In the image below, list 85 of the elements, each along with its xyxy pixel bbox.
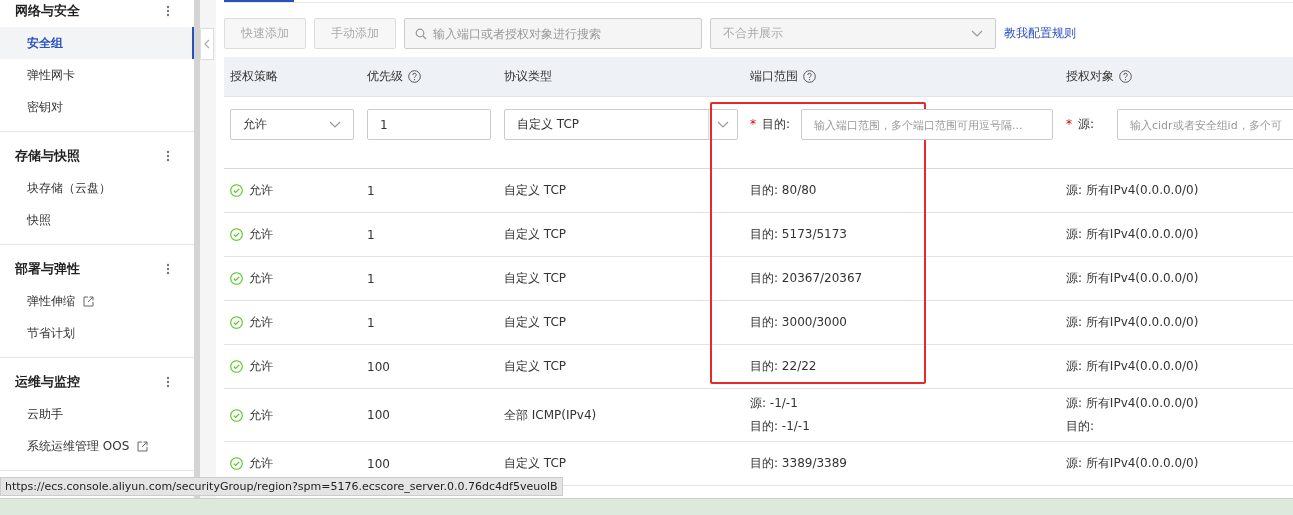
sidebar-item[interactable]: 块存储（云盘） bbox=[0, 172, 194, 204]
search-icon bbox=[415, 28, 427, 40]
table-cell: 源: 所有IPv4(0.0.0.0/0) bbox=[1066, 455, 1199, 472]
caret-icon bbox=[717, 120, 729, 129]
table-cell: 1 bbox=[367, 183, 375, 198]
sidebar-item[interactable]: 快照 bbox=[0, 204, 194, 236]
required-label: * 源: bbox=[1066, 116, 1096, 133]
table-cell: 全部 ICMP(IPv4) bbox=[504, 406, 597, 424]
column-header: 协议类型 bbox=[504, 68, 552, 85]
more-icon[interactable] bbox=[166, 5, 170, 17]
table-cell: 1 bbox=[367, 271, 375, 286]
chevron-left-icon bbox=[204, 39, 210, 49]
caret-icon bbox=[329, 120, 341, 129]
priority-input[interactable]: 1 bbox=[367, 109, 491, 140]
table-cell: 目的: bbox=[1066, 418, 1095, 435]
more-icon[interactable] bbox=[166, 263, 170, 275]
table-cell: 源: -1/-1 bbox=[750, 395, 798, 412]
table-cell: 自定义 TCP bbox=[504, 314, 567, 331]
table-cell: 源: 所有IPv4(0.0.0.0/0) bbox=[1066, 395, 1199, 412]
table-cell: 允许 bbox=[249, 182, 273, 199]
sidebar-item[interactable]: 云助手 bbox=[0, 398, 194, 430]
column-header: 端口范围 bbox=[750, 68, 798, 85]
check-circle-icon bbox=[230, 184, 243, 197]
table-cell: 1 bbox=[367, 315, 375, 330]
table-cell: 目的: 5173/5173 bbox=[750, 226, 847, 243]
table-cell: 源: 所有IPv4(0.0.0.0/0) bbox=[1066, 314, 1199, 331]
check-circle-icon bbox=[230, 272, 243, 285]
caret-icon bbox=[971, 29, 983, 38]
table-cell: 目的: 22/22 bbox=[750, 358, 817, 375]
table-cell: 源: 所有IPv4(0.0.0.0/0) bbox=[1066, 270, 1199, 287]
required-label: * 目的: bbox=[750, 116, 792, 133]
table-cell: 100 bbox=[367, 359, 390, 374]
table-cell: 目的: 80/80 bbox=[750, 182, 817, 199]
table-cell: 1 bbox=[367, 227, 375, 242]
table-cell: 允许 bbox=[249, 226, 273, 243]
check-circle-icon bbox=[230, 457, 243, 470]
sidebar-group-title: 存储与快照 bbox=[15, 147, 80, 165]
table-cell: 源: 所有IPv4(0.0.0.0/0) bbox=[1066, 182, 1199, 199]
help-icon[interactable] bbox=[1119, 70, 1132, 83]
port-range-input[interactable]: 输入端口范围，多个端口范围可用逗号隔... bbox=[801, 109, 1053, 140]
table-cell: 自定义 TCP bbox=[504, 182, 567, 199]
table-cell: 允许 bbox=[249, 358, 273, 375]
sidebar-group-title: 部署与弹性 bbox=[15, 260, 80, 278]
table-cell: 源: 所有IPv4(0.0.0.0/0) bbox=[1066, 226, 1199, 243]
sidebar-item[interactable]: 节省计划 bbox=[0, 317, 194, 349]
external-link-icon bbox=[137, 440, 149, 452]
status-url: https://ecs.console.aliyun.com/securityGroup/region?spm=5176.ecscore_server.0.0.76dc4df5veuolB bbox=[0, 477, 563, 496]
table-cell: 允许 bbox=[249, 314, 273, 331]
policy-select[interactable]: 允许 bbox=[230, 109, 354, 140]
source-input[interactable]: 输入cidr或者安全组id，多个可 bbox=[1117, 109, 1293, 140]
column-header: 优先级 bbox=[367, 68, 403, 85]
help-icon[interactable] bbox=[803, 70, 816, 83]
table-cell: 自定义 TCP bbox=[504, 455, 567, 472]
table-cell: 自定义 TCP bbox=[504, 226, 567, 243]
column-header: 授权对象 bbox=[1066, 68, 1114, 85]
help-link[interactable]: 教我配置规则 bbox=[1004, 25, 1076, 42]
external-link-icon bbox=[83, 295, 94, 307]
sidebar-item[interactable]: 密钥对 bbox=[0, 91, 194, 123]
sidebar-group-title: 网络与安全 bbox=[15, 2, 80, 20]
sidebar-item[interactable]: 安全组 bbox=[0, 27, 194, 59]
column-header: 授权策略 bbox=[230, 68, 278, 85]
more-icon[interactable] bbox=[166, 150, 170, 162]
check-circle-icon bbox=[230, 408, 243, 422]
check-circle-icon bbox=[230, 360, 243, 373]
table-cell: 目的: 3389/3389 bbox=[750, 455, 847, 472]
help-icon[interactable] bbox=[408, 70, 421, 83]
table-cell: 源: 所有IPv4(0.0.0.0/0) bbox=[1066, 358, 1199, 375]
check-circle-icon bbox=[230, 316, 243, 329]
table-cell: 自定义 TCP bbox=[504, 358, 567, 375]
table-cell: 允许 bbox=[249, 270, 273, 287]
table-cell: 目的: -1/-1 bbox=[750, 418, 810, 435]
sidebar-item[interactable]: 系统运维管理 OOS bbox=[0, 430, 194, 462]
table-cell: 目的: 20367/20367 bbox=[750, 270, 863, 287]
table-cell: 目的: 3000/3000 bbox=[750, 314, 847, 331]
more-icon[interactable] bbox=[166, 376, 170, 388]
table-cell: 自定义 TCP bbox=[504, 270, 567, 287]
table-cell: 100 bbox=[367, 456, 390, 471]
sidebar-group-title: 运维与监控 bbox=[15, 373, 80, 391]
protocol-select[interactable]: 自定义 TCP bbox=[504, 109, 738, 140]
table-cell: 100 bbox=[367, 408, 390, 422]
table-cell: 允许 bbox=[249, 455, 273, 472]
sidebar-item[interactable]: 弹性伸缩 bbox=[0, 285, 194, 317]
check-circle-icon bbox=[230, 228, 243, 241]
table-cell: 允许 bbox=[249, 406, 273, 424]
sidebar-item[interactable]: 弹性网卡 bbox=[0, 59, 194, 91]
